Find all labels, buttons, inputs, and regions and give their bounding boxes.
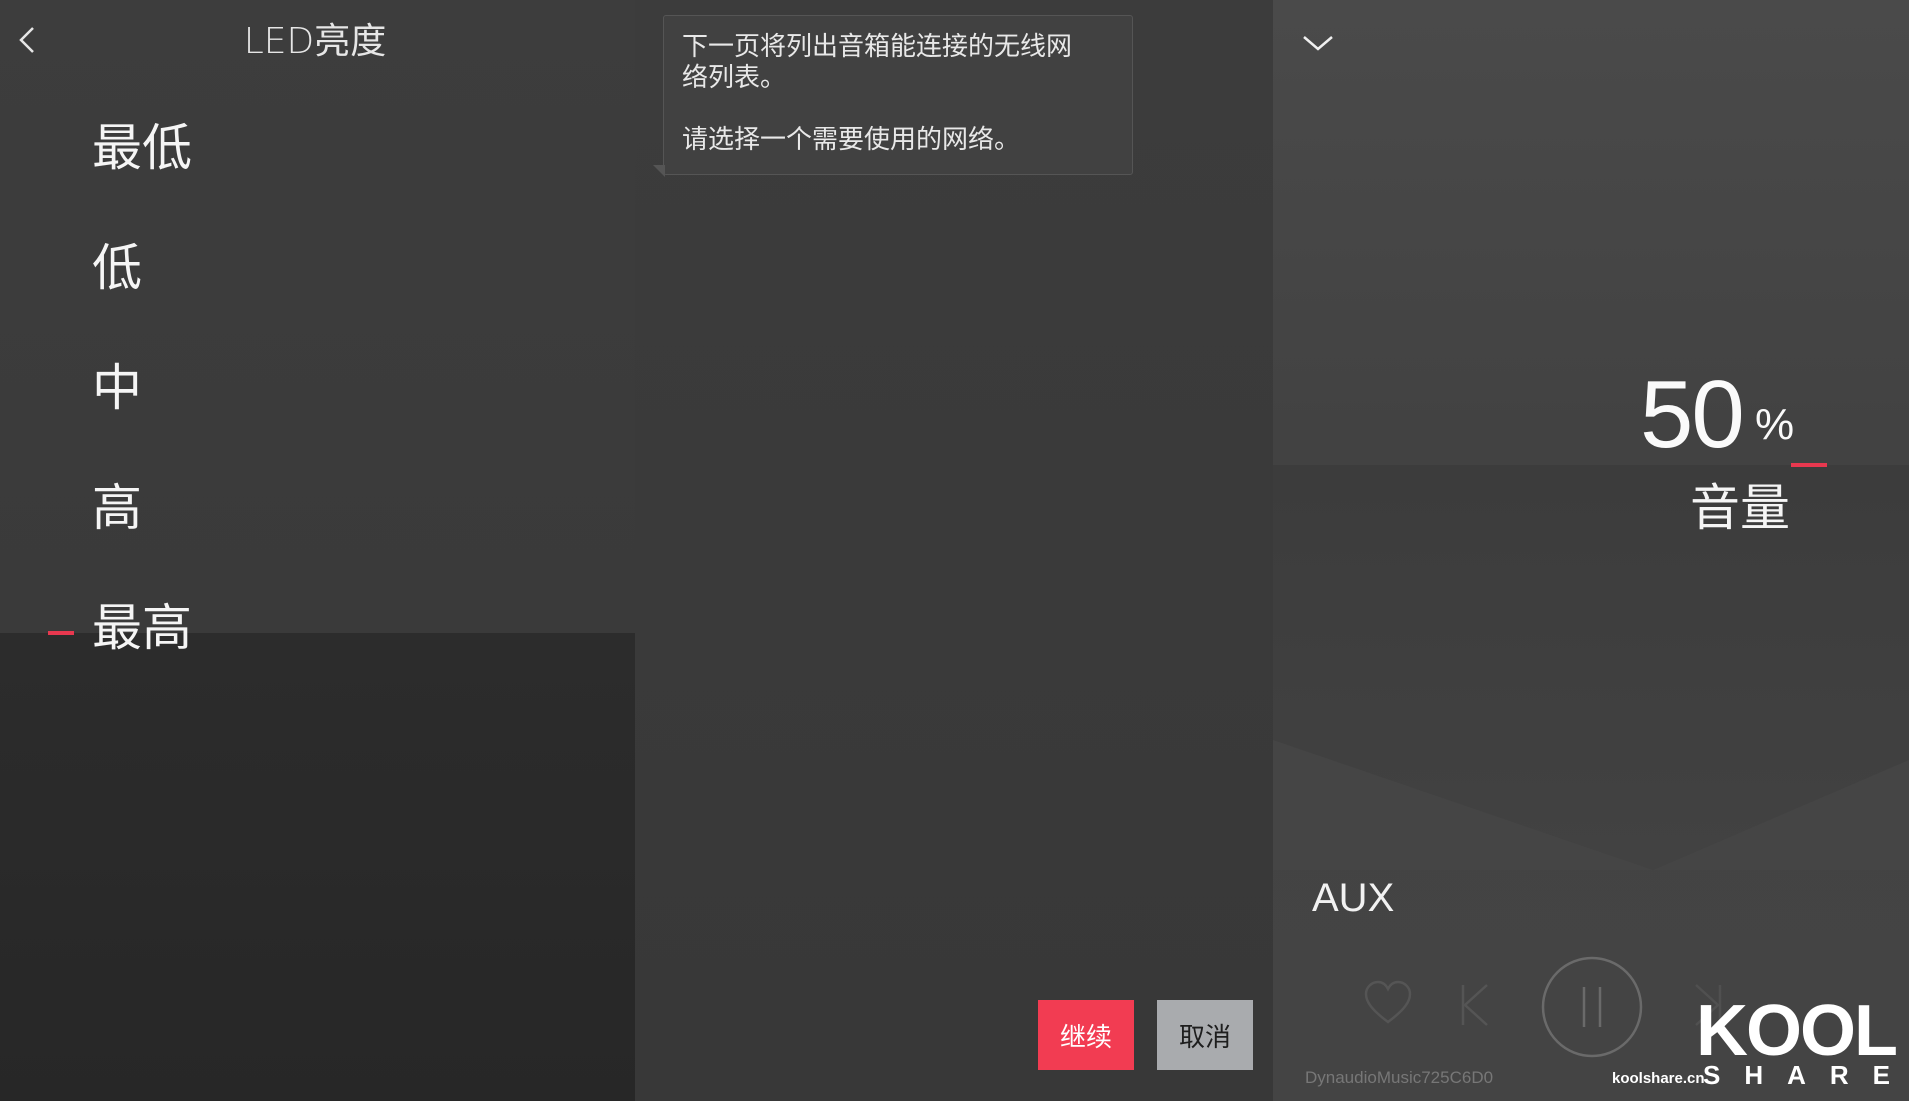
volume-value: 50 [1640, 361, 1745, 468]
chevron-left-icon [19, 27, 34, 53]
tooltip-message-1: 下一页将列出音箱能连接的无线网络列表。 [682, 32, 1073, 93]
pause-button[interactable] [1540, 955, 1644, 1059]
source-label: AUX [1312, 876, 1395, 920]
led-option-medium[interactable]: 中 [92, 348, 142, 420]
selected-indicator [48, 631, 74, 635]
continue-button-tail [1122, 1058, 1134, 1070]
led-option-high[interactable]: 高 [92, 468, 142, 540]
volume-indicator [1791, 463, 1827, 467]
back-button[interactable] [8, 20, 48, 60]
watermark-logo-sub: SHARE [1703, 1060, 1909, 1090]
continue-button[interactable]: 继续 [1038, 1000, 1134, 1070]
led-option-lowest[interactable]: 最低 [92, 108, 192, 180]
cancel-button[interactable]: 取消 [1157, 1000, 1253, 1070]
cancel-button-tail [1241, 1058, 1253, 1070]
tooltip-tail [653, 165, 665, 177]
page-title: LED亮度 [243, 21, 387, 62]
panel-chevron-decoration [1273, 740, 1909, 870]
device-name: DynaudioMusic725C6D0 [1305, 1068, 1494, 1087]
tooltip-message-2: 请选择一个需要使用的网络。 [682, 125, 1021, 155]
led-option-highest[interactable]: 最高 [92, 588, 192, 660]
favorite-icon[interactable] [1362, 978, 1414, 1030]
led-panel-lower-area [0, 633, 635, 1101]
led-option-low[interactable]: 低 [92, 228, 142, 300]
chevron-down-icon [1303, 36, 1333, 51]
collapse-button[interactable] [1300, 25, 1336, 61]
previous-track-icon[interactable] [1455, 982, 1495, 1028]
volume-unit: % [1755, 400, 1795, 449]
info-tooltip: 下一页将列出音箱能连接的无线网络列表。 请选择一个需要使用的网络。 [663, 15, 1133, 175]
watermark-site: koolshare.cn [1612, 1070, 1705, 1087]
volume-label[interactable]: 音量 [1690, 468, 1790, 540]
